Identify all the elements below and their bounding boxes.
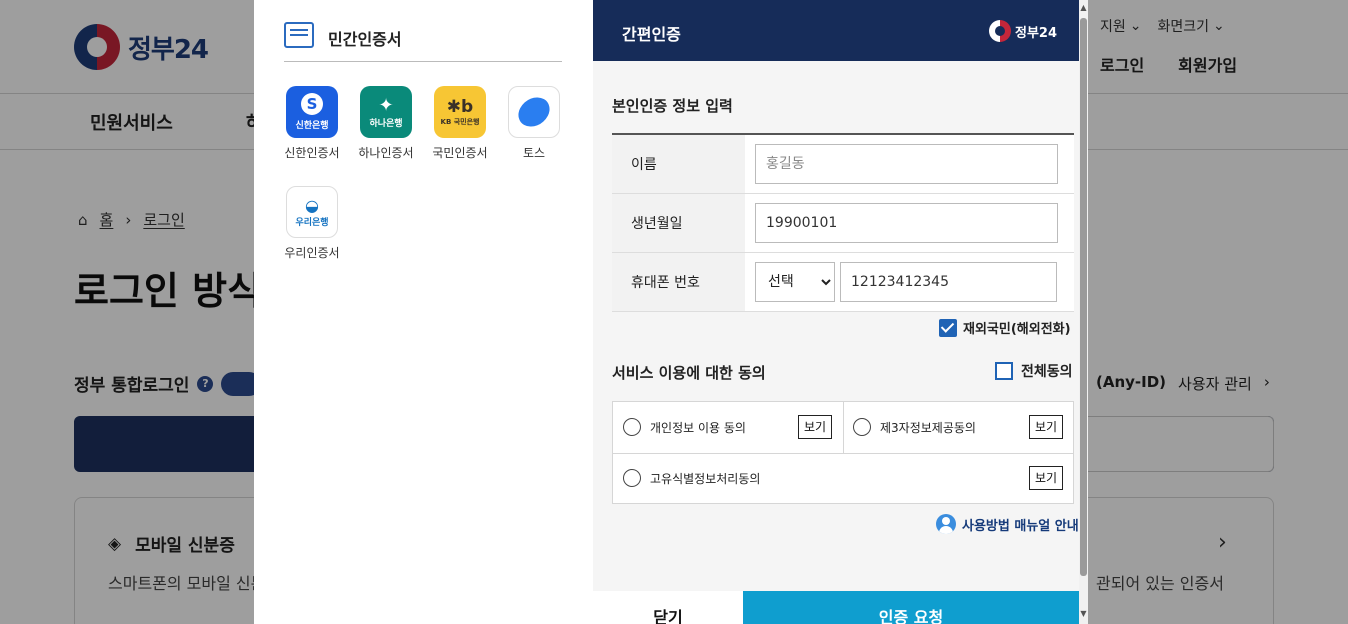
checkbox-empty-icon	[995, 362, 1013, 380]
manual-link[interactable]: 사용방법 매뉴얼 안내	[936, 514, 1079, 534]
manual-label: 사용방법 매뉴얼 안내	[962, 518, 1079, 534]
agreement-label: 개인정보 이용 동의	[650, 420, 746, 435]
phone-row: 휴대폰 번호 선택	[612, 253, 1074, 312]
overseas-checkbox[interactable]: 재외국민(해외전화)	[939, 318, 1071, 337]
kb-mark-icon: ✱b	[446, 97, 474, 117]
provider-shinhan[interactable]: S 신한은행 신한인증서	[277, 86, 347, 161]
provider-label: 하나인증서	[358, 146, 414, 160]
name-input[interactable]	[755, 144, 1058, 184]
kb-logo-icon: ✱b KB 국민은행	[434, 86, 486, 138]
hana-mark-icon: ✦	[378, 95, 394, 116]
shinhan-tile-text: 신한은행	[295, 121, 329, 131]
auth-modal: 민간인증서 S 신한은행 신한인증서 ✦ 하나은행 하나인증서 ✱b KB 국민…	[254, 0, 1088, 624]
request-auth-button[interactable]: 인증 요청	[743, 591, 1079, 624]
overseas-label: 재외국민(해외전화)	[963, 322, 1071, 337]
scroll-thumb[interactable]	[1080, 18, 1087, 576]
close-button[interactable]: 닫기	[593, 591, 743, 624]
identity-form: 이름 생년월일 휴대폰 번호 선택	[612, 133, 1074, 312]
name-label: 이름	[612, 135, 745, 193]
agreement-label: 제3자정보제공동의	[880, 420, 976, 435]
agree-section-title: 서비스 이용에 대한 동의	[612, 364, 766, 382]
kb-tile-text: KB 국민은행	[440, 118, 480, 126]
provider-label: 신한인증서	[284, 146, 340, 160]
checkbox-checked-icon	[939, 318, 957, 337]
provider-hana[interactable]: ✦ 하나은행 하나인증서	[351, 86, 421, 161]
agree-all-label: 전체동의	[1021, 364, 1073, 380]
shinhan-s-icon: S	[301, 93, 323, 115]
woori-tile-text: 우리은행	[295, 218, 329, 228]
gov24-brand: 정부24	[989, 20, 1057, 42]
brand-text: 정부24	[1015, 25, 1058, 41]
private-cert-title: 민간인증서	[328, 30, 402, 49]
provider-label: 토스	[522, 146, 546, 160]
birthdate-input[interactable]	[755, 203, 1058, 243]
radio-button[interactable]	[853, 418, 871, 436]
scroll-down-arrow-icon[interactable]: ▼	[1079, 608, 1088, 620]
private-cert-header: 민간인증서	[284, 22, 562, 62]
divider	[613, 453, 1073, 454]
phone-input[interactable]	[840, 262, 1057, 302]
taegeuk-logo-icon	[989, 20, 1011, 42]
hana-logo-icon: ✦ 하나은행	[360, 86, 412, 138]
agreement-list: 개인정보 이용 동의 보기 제3자정보제공동의 보기 고유식별정보처리동의 보기	[612, 401, 1074, 504]
view-privacy-button[interactable]: 보기	[798, 415, 832, 439]
provider-label: 우리인증서	[284, 246, 340, 260]
certificate-icon	[284, 22, 314, 48]
agreement-privacy[interactable]: 개인정보 이용 동의	[623, 418, 746, 436]
provider-label: 국민인증서	[432, 146, 488, 160]
radio-button[interactable]	[623, 418, 641, 436]
woori-mark-icon: ◒	[305, 196, 319, 215]
phone-label: 휴대폰 번호	[612, 253, 745, 311]
modal-scrollbar[interactable]: ▲ ▼	[1079, 0, 1088, 624]
birth-label: 생년월일	[612, 194, 745, 252]
provider-woori[interactable]: ◒ 우리은행 우리인증서	[277, 186, 347, 261]
agree-all-checkbox[interactable]: 전체동의	[995, 361, 1073, 381]
scroll-up-arrow-icon[interactable]: ▲	[1079, 2, 1088, 14]
provider-toss[interactable]: 토스	[499, 86, 569, 161]
agreement-label: 고유식별정보처리동의	[650, 471, 761, 486]
view-unique-id-button[interactable]: 보기	[1029, 466, 1063, 490]
toss-shape-icon	[516, 94, 552, 130]
name-row: 이름	[612, 135, 1074, 194]
radio-button[interactable]	[623, 469, 641, 487]
agreement-unique-id[interactable]: 고유식별정보처리동의	[623, 469, 760, 487]
identity-section-title: 본인인증 정보 입력	[612, 97, 733, 115]
user-icon	[936, 514, 956, 534]
private-cert-pane: 민간인증서 S 신한은행 신한인증서 ✦ 하나은행 하나인증서 ✱b KB 국민…	[254, 0, 593, 624]
shinhan-logo-icon: S 신한은행	[286, 86, 338, 138]
simple-auth-header: 간편인증 정부24	[593, 0, 1079, 61]
woori-logo-icon: ◒ 우리은행	[286, 186, 338, 238]
hana-tile-text: 하나은행	[369, 119, 403, 129]
view-third-party-button[interactable]: 보기	[1029, 415, 1063, 439]
simple-auth-title: 간편인증	[622, 25, 681, 44]
agreement-third-party[interactable]: 제3자정보제공동의	[853, 418, 976, 436]
toss-logo-icon	[508, 86, 560, 138]
simple-auth-pane: 간편인증 정부24 본인인증 정보 입력 이름 생년월일 휴대폰 번호 선택	[593, 0, 1079, 624]
carrier-select[interactable]: 선택	[755, 262, 835, 302]
provider-kb[interactable]: ✱b KB 국민은행 국민인증서	[425, 86, 495, 161]
birth-row: 생년월일	[612, 194, 1074, 253]
divider	[843, 402, 844, 453]
